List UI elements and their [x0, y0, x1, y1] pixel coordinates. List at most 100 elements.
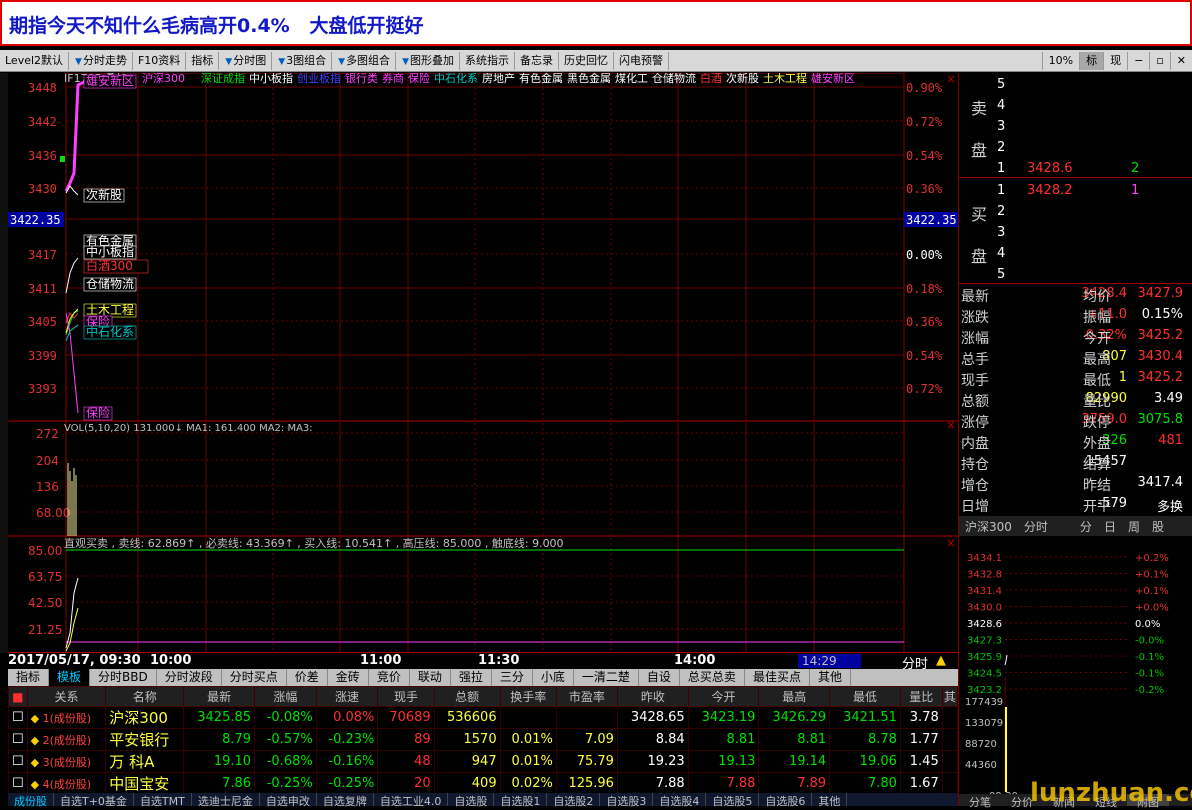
restore-icon[interactable]: ▫ [1149, 51, 1169, 70]
table-row[interactable]: ☐ ◆ 1(成份股) 沪深300 3425.85 -0.08% 0.08% 70689 536… [8, 706, 959, 729]
turn-cell [499, 706, 557, 729]
column-header[interactable]: 总额 [433, 686, 501, 707]
mini-tab-1[interactable]: 分时 [1018, 516, 1054, 536]
toolbar-item-9[interactable]: 备忘录 [515, 51, 559, 70]
stat-row: 增仓 昨结 3417.4 [959, 475, 1183, 496]
left-side-tabs[interactable] [0, 73, 8, 653]
tab-7[interactable]: 竞价 [369, 669, 410, 686]
chart-canvas: 3448 3442 3436 3430 3422.35 3417 3411 3405 3399 3… [8, 71, 958, 654]
tab-2[interactable]: 分时BBD [90, 669, 157, 686]
tab-5[interactable]: 价差 [287, 669, 328, 686]
mini-tab-5[interactable]: 股 [1146, 516, 1170, 536]
buy-price: 3428.2 [1027, 183, 1073, 198]
minimize-icon[interactable]: − [1127, 51, 1149, 70]
toolbar-item-10[interactable]: 历史回忆 [559, 51, 614, 70]
toolbar-right-2[interactable]: 现 [1103, 51, 1127, 70]
bottom-tab-6[interactable]: 自选工业4.0 [374, 793, 449, 808]
bottom-tab-8[interactable]: 自选股1 [494, 793, 548, 808]
toolbar-right-1[interactable]: 标 [1079, 51, 1104, 70]
column-header[interactable]: 其 [941, 686, 959, 707]
name-cell[interactable]: 中国宝安 [105, 772, 185, 795]
bottom-tab-4[interactable]: 自选申改 [260, 793, 317, 808]
bottom-tab-10[interactable]: 自选股3 [600, 793, 654, 808]
intraday-chart[interactable]: 3448 3442 3436 3430 3422.35 3417 3411 3405 3399 3… [8, 71, 958, 654]
tab-8[interactable]: 联动 [410, 669, 451, 686]
toolbar-item-3[interactable]: 指标 [186, 51, 220, 70]
mode-label[interactable]: 分时 [902, 653, 928, 672]
name-cell[interactable]: 平安银行 [105, 728, 185, 751]
bottom-tab-5[interactable]: 自选复牌 [317, 793, 374, 808]
tab-4[interactable]: 分时买点 [222, 669, 287, 686]
tab-14[interactable]: 总买总卖 [680, 669, 745, 686]
table-row[interactable]: ☐ ◆ 2(成份股) 平安银行 8.79 -0.57% -0.23% 89 1570 0.01%… [8, 728, 959, 751]
column-header[interactable]: 最低 [829, 686, 901, 707]
mini-tab-0[interactable]: 沪深300 [959, 516, 1018, 536]
toolbar-item-8[interactable]: 系统指示 [460, 51, 515, 70]
mini-tab-4[interactable]: 周 [1122, 516, 1146, 536]
stat-row: 总手 807 最高 3430.4 [959, 349, 1183, 370]
toolbar-right-0[interactable]: 10% [1041, 51, 1079, 70]
bottom-tab-3[interactable]: 选迪士尼金 [192, 793, 260, 808]
column-header[interactable]: 最高 [758, 686, 831, 707]
bottom-tab-14[interactable]: 其他 [812, 793, 848, 808]
name-cell[interactable]: 沪深300 [105, 706, 185, 729]
tab-11[interactable]: 小底 [533, 669, 574, 686]
table-row[interactable]: ☐ ◆ 4(成份股) 中国宝安 7.86 -0.25% -0.25% 20 409 0.02% 1… [8, 772, 959, 795]
tab-15[interactable]: 最佳买点 [745, 669, 810, 686]
toolbar-item-4[interactable]: ▼分时图 [219, 51, 273, 70]
tab-9[interactable]: 强拉 [451, 669, 492, 686]
column-header[interactable]: 换手率 [499, 686, 557, 707]
bottom-tab-1[interactable]: 自选T+0基金 [54, 793, 134, 808]
name-cell[interactable]: 万 科A [105, 750, 185, 773]
row-checkbox[interactable]: ☐ [8, 728, 28, 751]
bottom-tab-13[interactable]: 自选股6 [759, 793, 813, 808]
overlay-legend-7: 中石化系 [434, 73, 478, 85]
time-tick-label: 11:30 [478, 653, 520, 668]
warning-icon[interactable]: ▲ [936, 653, 946, 668]
row-checkbox[interactable]: ☐ [8, 706, 28, 729]
tab-13[interactable]: 自设 [639, 669, 680, 686]
time-tick-label: 10:00 [150, 653, 192, 668]
tab-1[interactable]: 模板 [49, 669, 91, 686]
toolbar-item-7[interactable]: ▼图形叠加 [396, 51, 460, 70]
column-header[interactable]: 今开 [687, 686, 760, 707]
mini-tab-3[interactable]: 日 [1098, 516, 1122, 536]
column-header[interactable]: 涨幅 [254, 686, 317, 707]
close-icon[interactable]: ✕ [1169, 51, 1192, 70]
column-header[interactable]: 最新 [183, 686, 256, 707]
toolbar-item-5[interactable]: ▼3图组合 [272, 51, 333, 70]
bottom-tab-7[interactable]: 自选股 [448, 793, 495, 808]
bottom-tab-9[interactable]: 自选股2 [547, 793, 601, 808]
stat-value: 3425.2 [1137, 328, 1184, 343]
mini-tab-2[interactable]: 分 [1074, 516, 1098, 536]
column-header[interactable]: 量比 [899, 686, 943, 707]
side-tab-0[interactable]: 分笔 [959, 794, 1001, 809]
column-header[interactable]: 昨收 [616, 686, 689, 707]
tab-10[interactable]: 三分 [492, 669, 533, 686]
bottom-tab-2[interactable]: 自选TMT [134, 793, 192, 808]
column-header[interactable]: 名称 [105, 686, 185, 707]
tab-16[interactable]: 其他 [810, 669, 851, 686]
column-header[interactable]: 市盈率 [555, 686, 618, 707]
toolbar-item-0[interactable]: Level2默认 [0, 51, 70, 70]
tab-6[interactable]: 金砖 [328, 669, 369, 686]
toolbar-item-1[interactable]: ▼分时走势 [69, 51, 133, 70]
table-row[interactable]: ☐ ◆ 3(成份股) 万 科A 19.10 -0.68% -0.16% 48 947 0.01%… [8, 750, 959, 773]
close-icon: × [946, 418, 956, 432]
row-checkbox[interactable]: ☐ [8, 750, 28, 773]
bottom-tab-0[interactable]: 成份股 [8, 793, 54, 808]
column-header[interactable]: 现手 [377, 686, 435, 707]
toolbar-item-6[interactable]: ▼多图组合 [332, 51, 397, 70]
bottom-tab-11[interactable]: 自选股4 [653, 793, 707, 808]
mini-chart[interactable]: 3434.1 +0.2% 3432.8 +0.1% 3431.4 +0.1% 3430.0 +… [959, 537, 1192, 802]
column-header[interactable]: 涨速 [315, 686, 379, 707]
toolbar-item-2[interactable]: F10资料 [133, 51, 187, 70]
toolbar-item-11[interactable]: 闪电预警 [614, 51, 669, 70]
tab-3[interactable]: 分时波段 [157, 669, 222, 686]
column-header[interactable]: 关系 [26, 686, 107, 707]
checkbox-header[interactable]: ■ [8, 686, 28, 707]
tab-12[interactable]: 一清二楚 [574, 669, 639, 686]
bottom-tab-12[interactable]: 自选股5 [706, 793, 760, 808]
row-checkbox[interactable]: ☐ [8, 772, 28, 795]
tab-0[interactable]: 指标 [8, 669, 50, 686]
